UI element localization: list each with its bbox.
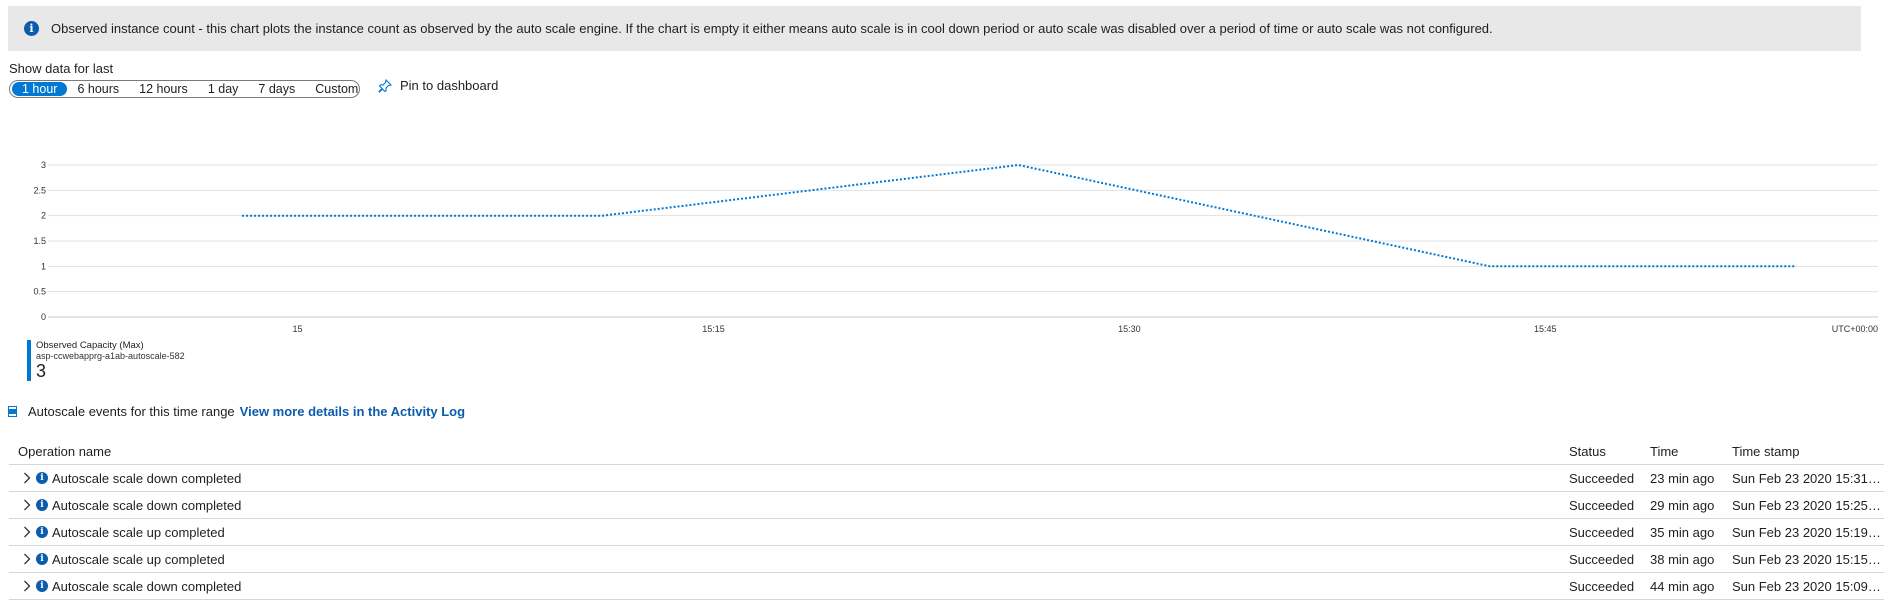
table-row[interactable]: i Autoscale scale down completed Succeeded… <box>9 464 1884 492</box>
table-row[interactable]: i Autoscale scale down completed Succeeded… <box>9 572 1884 600</box>
x-tick-label: 15:15 <box>702 324 725 334</box>
autoscale-events-label: Autoscale events for this time range <box>28 404 235 419</box>
time-range-6-hours[interactable]: 6 hours <box>67 82 129 96</box>
y-tick-label: 3 <box>41 160 46 170</box>
pin-label: Pin to dashboard <box>400 78 499 93</box>
column-time-stamp[interactable]: Time stamp <box>1732 438 1884 465</box>
chevron-right-icon[interactable] <box>18 526 36 538</box>
time-cell: 44 min ago <box>1650 572 1732 600</box>
time-cell: 29 min ago <box>1650 491 1732 519</box>
status-cell: Succeeded <box>1569 518 1650 546</box>
y-tick-label: 1.5 <box>33 236 46 246</box>
chevron-right-icon[interactable] <box>18 499 36 511</box>
time-cell: 35 min ago <box>1650 518 1732 546</box>
x-tick-label: 15:30 <box>1118 324 1141 334</box>
chart-legend[interactable]: Observed Capacity (Max) asp-ccwebapprg-a… <box>27 340 185 381</box>
info-icon: i <box>36 580 48 592</box>
y-tick-label: 2 <box>41 211 46 221</box>
table-row[interactable]: i Autoscale scale down completed Succeeded… <box>9 491 1884 519</box>
table-header-row: Operation name Status Time Time stamp <box>9 438 1884 465</box>
autoscale-events-header: Autoscale events for this time range Vie… <box>8 404 465 419</box>
column-time[interactable]: Time <box>1650 438 1732 465</box>
chevron-right-icon[interactable] <box>18 553 36 565</box>
status-cell: Succeeded <box>1569 545 1650 573</box>
time-range-1-day[interactable]: 1 day <box>198 82 249 96</box>
info-icon: i <box>36 472 48 484</box>
status-cell: Succeeded <box>1569 572 1650 600</box>
info-icon: i <box>36 499 48 511</box>
column-operation-name[interactable]: Operation name <box>9 438 1569 465</box>
time-stamp-cell: Sun Feb 23 2020 15:09:53 G... <box>1732 572 1884 600</box>
x-tick-label: 15:45 <box>1534 324 1557 334</box>
time-stamp-cell: Sun Feb 23 2020 15:31:24 G... <box>1732 464 1884 492</box>
time-stamp-cell: Sun Feb 23 2020 15:19:23 G... <box>1732 518 1884 546</box>
y-tick-label: 0.5 <box>33 287 46 297</box>
table-row[interactable]: i Autoscale scale up completed Succeeded 38… <box>9 545 1884 573</box>
time-range-custom[interactable]: Custom <box>305 82 368 96</box>
time-range-7-days[interactable]: 7 days <box>248 82 305 96</box>
legend-metric: Observed Capacity (Max) <box>36 340 144 351</box>
operation-name: Autoscale scale down completed <box>52 497 242 513</box>
pin-to-dashboard-button[interactable]: Pin to dashboard <box>378 78 498 93</box>
operation-name: Autoscale scale down completed <box>52 470 242 486</box>
legend-resource: asp-ccwebapprg-a1ab-autoscale-582 <box>36 351 185 361</box>
x-tick-label: 15 <box>293 324 303 334</box>
activity-log-link[interactable]: View more details in the Activity Log <box>240 404 465 419</box>
table-row[interactable]: i Autoscale scale up completed Succeeded 35… <box>9 518 1884 546</box>
info-icon: i <box>36 526 48 538</box>
operation-name: Autoscale scale down completed <box>52 578 242 594</box>
autoscale-events-table: Operation name Status Time Time stamp iA… <box>9 438 1884 600</box>
time-range-label: Show data for last <box>9 61 114 76</box>
pin-icon <box>378 78 392 93</box>
y-tick-label: 1 <box>41 261 46 271</box>
info-icon: i <box>36 553 48 565</box>
legend-value: 3 <box>36 361 47 381</box>
collapse-icon[interactable] <box>8 406 17 417</box>
column-status[interactable]: Status <box>1569 438 1650 465</box>
y-tick-label: 2.5 <box>33 185 46 195</box>
time-range-selector: 1 hour 6 hours 12 hours 1 day 7 days Cus… <box>9 80 360 98</box>
time-cell: 23 min ago <box>1650 464 1732 492</box>
info-banner-text: Observed instance count - this chart plo… <box>51 21 1493 36</box>
chevron-right-icon[interactable] <box>18 472 36 484</box>
y-tick-label: 0 <box>41 312 46 322</box>
status-cell: Succeeded <box>1569 491 1650 519</box>
time-cell: 38 min ago <box>1650 545 1732 573</box>
status-cell: Succeeded <box>1569 464 1650 492</box>
time-range-1-hour[interactable]: 1 hour <box>12 82 68 96</box>
operation-name: Autoscale scale up completed <box>52 524 225 540</box>
time-stamp-cell: Sun Feb 23 2020 15:25:24 G... <box>1732 491 1884 519</box>
info-banner: i Observed instance count - this chart p… <box>8 6 1861 51</box>
chevron-right-icon[interactable] <box>18 580 36 592</box>
timezone-label: UTC+00:00 <box>1832 324 1878 334</box>
time-stamp-cell: Sun Feb 23 2020 15:15:54 G... <box>1732 545 1884 573</box>
instance-count-chart: 0 0.5 1 1.5 2 2.5 3 15 15:15 15:30 15:45 UTC+00:0… <box>33 160 1878 334</box>
info-icon: i <box>24 21 39 36</box>
time-range-12-hours[interactable]: 12 hours <box>129 82 198 96</box>
operation-name: Autoscale scale up completed <box>52 551 225 567</box>
